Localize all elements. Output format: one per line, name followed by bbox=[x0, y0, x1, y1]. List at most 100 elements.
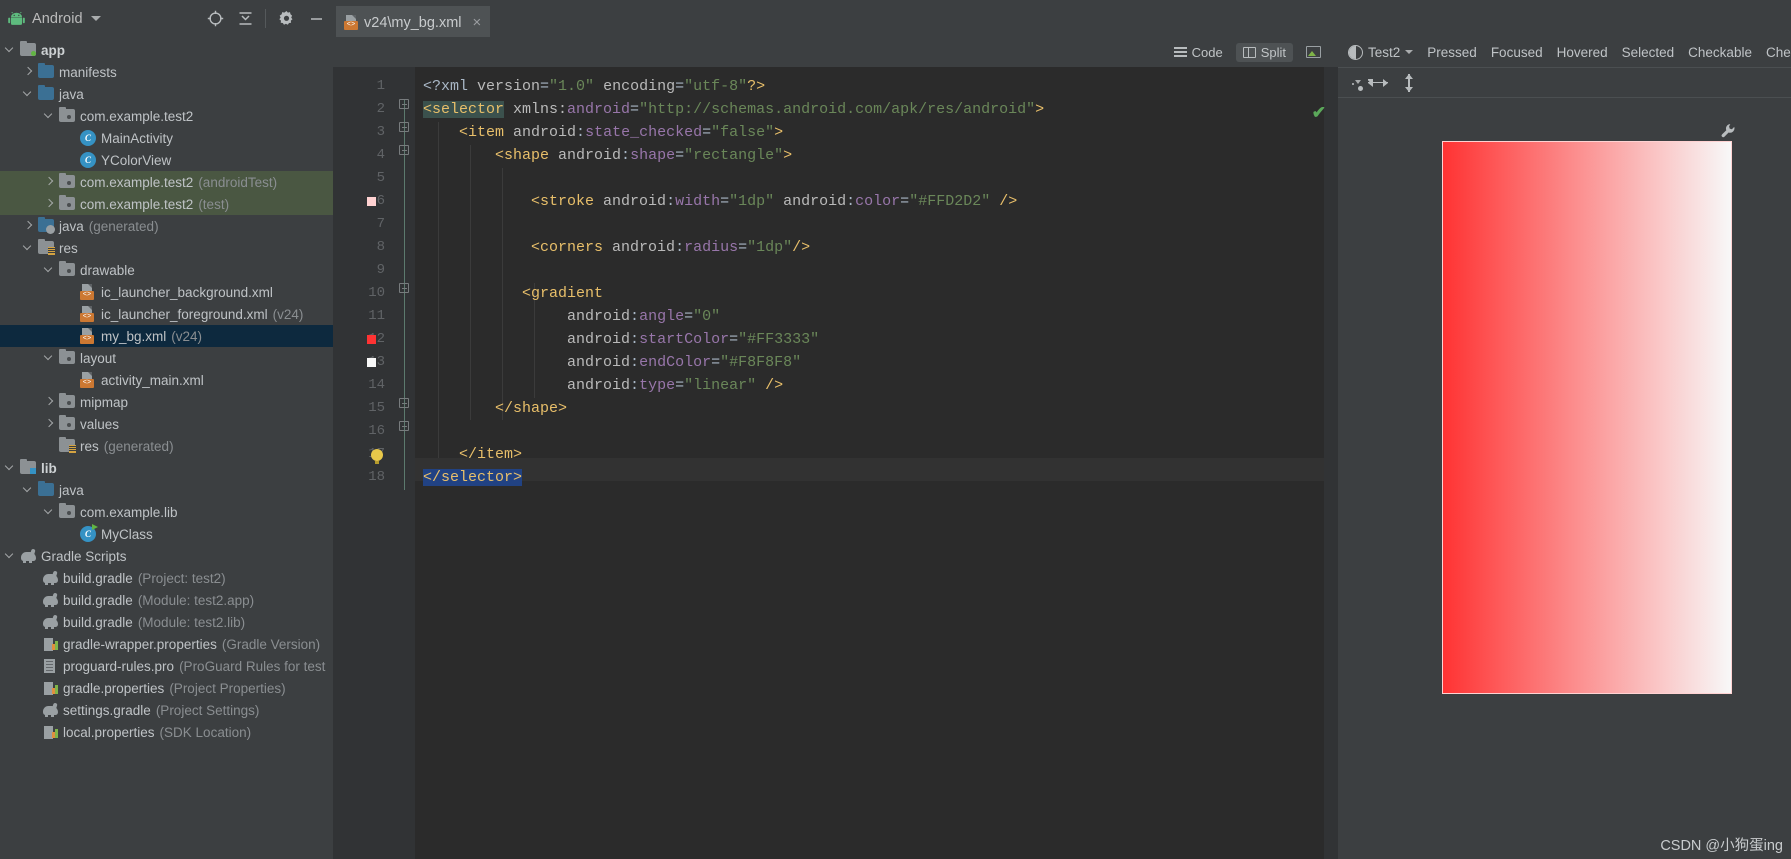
tree-row-local-properties[interactable]: local.properties (SDK Location) bbox=[0, 721, 333, 743]
wrench-icon[interactable] bbox=[1720, 123, 1736, 141]
tree-row-res-generated[interactable]: res (generated) bbox=[0, 435, 333, 457]
chevron-icon[interactable] bbox=[43, 396, 55, 408]
tree-row-java[interactable]: java bbox=[0, 83, 333, 105]
tree-row-ic-launcher-background[interactable]: <> ic_launcher_background.xml bbox=[0, 281, 333, 303]
tree-row-mainactivity[interactable]: C MainActivity bbox=[0, 127, 333, 149]
tree-row-app[interactable]: app bbox=[0, 39, 333, 61]
tree-row-build-gradle-project[interactable]: build.gradle (Project: test2) bbox=[0, 567, 333, 589]
code-editor[interactable]: 1 2 3 4 5 6 7 8 9 10 11 12 13 14 15 16 1 bbox=[333, 67, 1338, 859]
chevron-icon[interactable] bbox=[22, 242, 34, 254]
tree-row-build-gradle-lib[interactable]: build.gradle (Module: test2.lib) bbox=[0, 611, 333, 633]
chevron-down-icon[interactable] bbox=[90, 16, 101, 21]
chevron-icon[interactable] bbox=[22, 88, 34, 100]
tree-row-my-bg-xml[interactable]: <> my_bg.xml (v24) bbox=[0, 325, 333, 347]
settings-gear-icon[interactable] bbox=[273, 6, 299, 32]
chevron-icon[interactable] bbox=[22, 484, 34, 496]
theme-selector[interactable]: Test2 bbox=[1348, 44, 1414, 60]
tree-row-gradle-wrapper-properties[interactable]: gradle-wrapper.properties (Gradle Versio… bbox=[0, 633, 333, 655]
editor-gutter[interactable]: 1 2 3 4 5 6 7 8 9 10 11 12 13 14 15 16 1 bbox=[333, 67, 393, 859]
tree-row-build-gradle-app[interactable]: build.gradle (Module: test2.app) bbox=[0, 589, 333, 611]
code-text-area[interactable]: <?xml version="1.0" encoding="utf-8"?> <… bbox=[415, 67, 1338, 859]
tree-row-lib-java[interactable]: java bbox=[0, 479, 333, 501]
tree-row-gradle-scripts[interactable]: Gradle Scripts bbox=[0, 545, 333, 567]
tree-row-settings-gradle[interactable]: settings.gradle (Project Settings) bbox=[0, 699, 333, 721]
tree-row-lib[interactable]: lib bbox=[0, 457, 333, 479]
chevron-icon[interactable] bbox=[43, 176, 55, 188]
state-checked[interactable]: Checked bbox=[1766, 45, 1791, 60]
chevron-icon[interactable] bbox=[43, 506, 55, 518]
tree-row-layout[interactable]: layout bbox=[0, 347, 333, 369]
drawable-preview-swatch[interactable] bbox=[1442, 141, 1732, 694]
tree-sublabel: (test) bbox=[198, 196, 230, 212]
tree-label: build.gradle bbox=[63, 592, 133, 608]
chevron-icon[interactable] bbox=[22, 220, 34, 232]
tree-row-ycolorview[interactable]: C YColorView bbox=[0, 149, 333, 171]
tree-row-manifests[interactable]: manifests bbox=[0, 61, 333, 83]
chevron-icon[interactable] bbox=[22, 66, 34, 78]
chevron-down-icon[interactable] bbox=[1355, 79, 1361, 84]
horizontal-resize-icon[interactable] bbox=[1368, 78, 1388, 88]
chevron-icon[interactable] bbox=[4, 462, 16, 474]
fold-marker[interactable] bbox=[399, 283, 409, 293]
editor-tab[interactable]: <> v24\my_bg.xml × bbox=[336, 6, 491, 37]
fold-marker[interactable] bbox=[399, 122, 409, 132]
tree-row-gradle-properties[interactable]: gradle.properties (Project Properties) bbox=[0, 677, 333, 699]
collapse-all-icon[interactable] bbox=[232, 6, 258, 32]
editor-scrollbar[interactable] bbox=[1324, 67, 1338, 859]
chevron-icon[interactable] bbox=[4, 550, 16, 562]
state-focused[interactable]: Focused bbox=[1491, 45, 1543, 60]
fold-marker[interactable] bbox=[399, 145, 409, 155]
design-view-button[interactable] bbox=[1299, 44, 1328, 60]
split-view-label: Split bbox=[1260, 44, 1286, 60]
intention-bulb-icon[interactable] bbox=[371, 449, 383, 464]
chevron-down-icon[interactable] bbox=[1405, 50, 1414, 54]
chevron-icon[interactable] bbox=[43, 198, 55, 210]
tree-row-activity-main-xml[interactable]: <> activity_main.xml bbox=[0, 369, 333, 391]
tree-row-mipmap[interactable]: mipmap bbox=[0, 391, 333, 413]
code-view-button[interactable]: Code bbox=[1167, 43, 1230, 62]
chevron-icon[interactable] bbox=[43, 110, 55, 122]
close-icon[interactable]: × bbox=[473, 15, 482, 30]
color-preview-stroke[interactable] bbox=[367, 197, 376, 206]
vertical-resize-icon[interactable] bbox=[1404, 73, 1414, 92]
tree-label: com.example.test2 bbox=[80, 174, 194, 190]
fold-marker[interactable] bbox=[399, 421, 409, 431]
chevron-icon[interactable] bbox=[4, 44, 16, 56]
code-line: </shape> bbox=[495, 400, 568, 417]
chevron-icon[interactable] bbox=[43, 352, 55, 364]
gradle-icon bbox=[42, 702, 58, 718]
tree-row-proguard-rules[interactable]: proguard-rules.pro (ProGuard Rules for t… bbox=[0, 655, 333, 677]
color-preview-end[interactable] bbox=[367, 358, 376, 367]
tree-row-package-test[interactable]: com.example.test2 (test) bbox=[0, 193, 333, 215]
preview-canvas[interactable] bbox=[1338, 98, 1791, 859]
inspection-status-icon[interactable]: ✔ bbox=[1312, 103, 1326, 123]
chevron-icon[interactable] bbox=[43, 418, 55, 430]
locate-icon[interactable] bbox=[202, 6, 228, 32]
state-selected[interactable]: Selected bbox=[1622, 45, 1675, 60]
xml-file-icon: <> bbox=[80, 328, 96, 344]
tree-row-res[interactable]: res bbox=[0, 237, 333, 259]
tree-row-java-generated[interactable]: java (generated) bbox=[0, 215, 333, 237]
project-tree[interactable]: app manifests java com.example.test2 C M… bbox=[0, 37, 333, 859]
properties-file-icon bbox=[42, 680, 58, 696]
tree-row-package-lib[interactable]: com.example.lib bbox=[0, 501, 333, 523]
properties-file-icon bbox=[42, 636, 58, 652]
editor-fold-gutter[interactable] bbox=[393, 67, 415, 859]
fold-marker[interactable] bbox=[399, 398, 409, 408]
state-pressed[interactable]: Pressed bbox=[1427, 45, 1477, 60]
tree-sublabel: (v24) bbox=[272, 306, 304, 322]
tree-row-package-androidtest[interactable]: com.example.test2 (androidTest) bbox=[0, 171, 333, 193]
state-hovered[interactable]: Hovered bbox=[1557, 45, 1608, 60]
state-checkable[interactable]: Checkable bbox=[1688, 45, 1752, 60]
split-view-button[interactable]: Split bbox=[1235, 42, 1293, 62]
hide-panel-icon[interactable] bbox=[303, 6, 329, 32]
color-preview-start[interactable] bbox=[367, 335, 376, 344]
tree-row-ic-launcher-foreground[interactable]: <> ic_launcher_foreground.xml (v24) bbox=[0, 303, 333, 325]
tree-row-myclass[interactable]: C MyClass bbox=[0, 523, 333, 545]
fold-marker[interactable] bbox=[399, 99, 409, 109]
code-line: <shape android:shape="rectangle"> bbox=[495, 147, 793, 164]
tree-row-package-test2[interactable]: com.example.test2 bbox=[0, 105, 333, 127]
tree-row-values[interactable]: values bbox=[0, 413, 333, 435]
chevron-icon[interactable] bbox=[43, 264, 55, 276]
tree-row-drawable[interactable]: drawable bbox=[0, 259, 333, 281]
